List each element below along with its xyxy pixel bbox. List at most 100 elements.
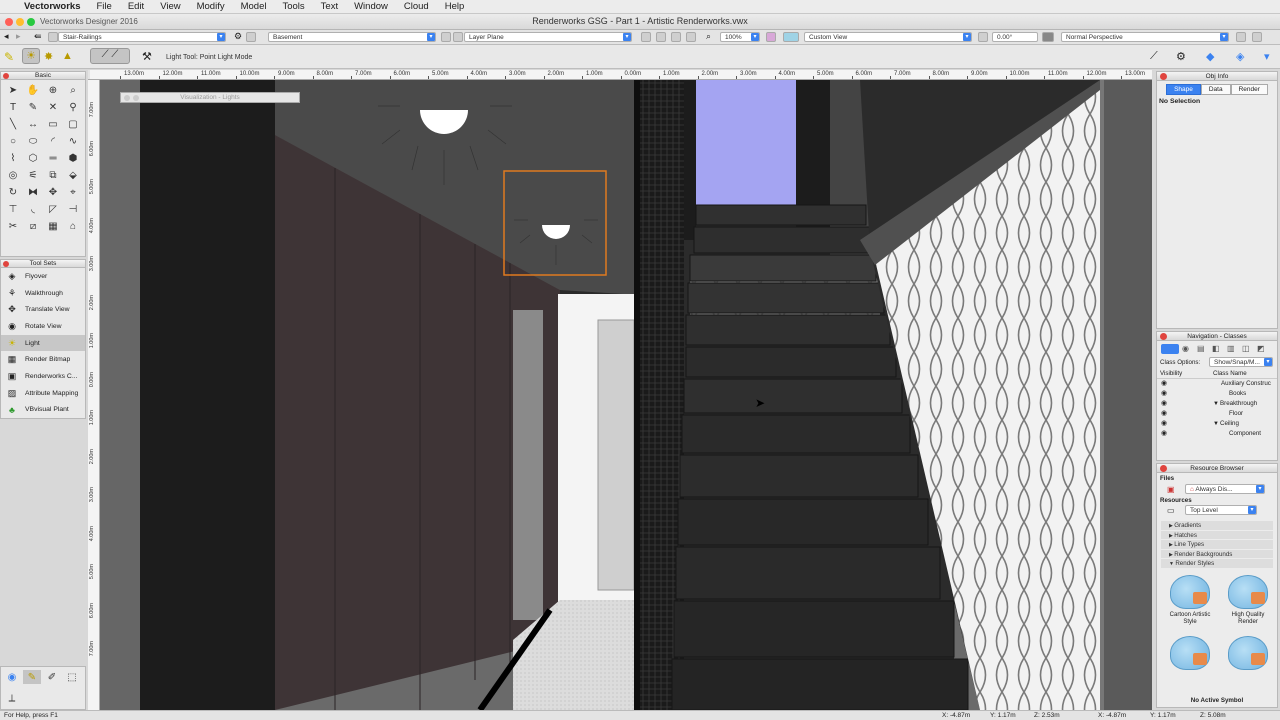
eye-visibility-icon[interactable]: ◉ bbox=[1161, 409, 1167, 419]
light-direction-mode-icon[interactable]: ⟋ ⟋ bbox=[90, 48, 130, 64]
close-palette-icon[interactable] bbox=[124, 95, 130, 101]
zoom-dropdown[interactable]: 100% ▾ bbox=[720, 32, 760, 42]
more-options-icon[interactable]: ▾ bbox=[1264, 50, 1270, 63]
tool-set-renderworks-c[interactable]: ▣ Renderworks C... bbox=[1, 368, 85, 385]
line-icon[interactable]: ╲ bbox=[3, 116, 23, 133]
palette-tool-1-icon[interactable]: ◉ bbox=[3, 670, 21, 684]
disclosure-triangle-icon[interactable]: ▼ bbox=[1213, 419, 1219, 429]
tool-set-rotate-view[interactable]: ◉ Rotate View bbox=[1, 318, 85, 335]
menu-help[interactable]: Help bbox=[437, 1, 473, 12]
directional-light-mode-icon[interactable]: ☀ bbox=[22, 48, 40, 64]
layer-options-right-icon[interactable] bbox=[1252, 32, 1262, 42]
tool-set-attribute-mapping[interactable]: ▨ Attribute Mapping bbox=[1, 385, 85, 402]
back-arrow-icon[interactable]: ◂ bbox=[4, 31, 9, 42]
locus-icon[interactable]: ✕ bbox=[43, 99, 63, 116]
close-palette-icon[interactable] bbox=[1160, 465, 1167, 472]
menu-tools[interactable]: Tools bbox=[274, 1, 312, 12]
working-plane-icon[interactable] bbox=[453, 32, 463, 42]
fit-to-objects-icon[interactable] bbox=[686, 32, 696, 42]
tab-data[interactable]: Data bbox=[1200, 84, 1231, 95]
drawing-viewport[interactable]: ➤ Visualization - Lights bbox=[100, 80, 1152, 710]
symbols-tab-icon[interactable]: ◫ bbox=[1242, 344, 1254, 354]
reshape-icon[interactable]: ⌖ bbox=[63, 184, 83, 201]
eye-visibility-icon[interactable]: ◉ bbox=[1161, 389, 1167, 399]
class-options-dropdown[interactable]: Show/Snap/M... ▾ bbox=[1209, 357, 1273, 367]
tool-set-vbvisual-plant[interactable]: ♣ VBvisual Plant bbox=[1, 402, 85, 419]
circle-icon[interactable]: ○ bbox=[3, 133, 23, 150]
flyover-view-icon[interactable] bbox=[671, 32, 681, 42]
zoom-marquee-icon[interactable]: ⊕ bbox=[43, 82, 63, 99]
class-row[interactable]: ◉ ▼ Breakthrough bbox=[1157, 399, 1277, 409]
tool-set-light[interactable]: ☀ Light bbox=[1, 334, 85, 352]
plane-dropdown[interactable]: Layer Plane ▾ bbox=[464, 32, 632, 42]
render-style-item[interactable]: High Quality Render bbox=[1221, 574, 1275, 626]
settings-gear-icon[interactable]: ⚙ bbox=[1176, 50, 1186, 63]
tool-set-flyover[interactable]: ◈ Flyover bbox=[1, 268, 85, 285]
layers-tab-icon[interactable]: ◉ bbox=[1182, 344, 1194, 354]
point-light-mode-icon[interactable]: ✎ bbox=[4, 50, 14, 64]
eye-visibility-icon[interactable]: ◉ bbox=[1161, 429, 1167, 439]
class-dropdown[interactable]: Stair-Railings ▾ bbox=[58, 32, 226, 42]
arc-icon[interactable]: ◜ bbox=[43, 133, 63, 150]
app-menu[interactable]: Vectorworks bbox=[20, 1, 89, 12]
tool-set-walkthrough[interactable]: ⚘ Walkthrough bbox=[1, 285, 85, 302]
arrow-icon[interactable]: ➤ bbox=[3, 82, 23, 99]
zoom-icon[interactable]: ⌕ bbox=[63, 82, 83, 99]
menu-edit[interactable]: Edit bbox=[120, 1, 152, 12]
layer-icon[interactable]: ⚙ bbox=[234, 31, 242, 42]
eye-visibility-icon[interactable]: ◉ bbox=[1161, 419, 1167, 429]
light-preferences-icon[interactable]: ⚒ bbox=[142, 50, 152, 63]
stack-layers-icon[interactable] bbox=[1236, 32, 1246, 42]
layer-dropdown[interactable]: Basement ▾ bbox=[268, 32, 436, 42]
angle-field[interactable]: 0.00° bbox=[992, 32, 1038, 42]
layer-plane-icon[interactable] bbox=[441, 32, 451, 42]
class-name-column-header[interactable]: Class Name bbox=[1213, 370, 1247, 377]
zoom-icon[interactable]: ⌕ bbox=[706, 31, 711, 42]
clip-icon[interactable]: ⧄ bbox=[23, 218, 43, 235]
offset-icon[interactable]: ⧉ bbox=[43, 167, 63, 184]
rounded-rect-icon[interactable]: ▢ bbox=[63, 116, 83, 133]
resource-category[interactable]: ▼ Render Styles bbox=[1161, 559, 1273, 569]
hand-icon[interactable]: ✋ bbox=[23, 82, 43, 99]
vertical-ruler[interactable]: 7.00m 6.00m 5.00m 4.00m 3.00m 2.00m 1.00m 0.00m… bbox=[88, 80, 100, 710]
move-icon[interactable]: ✥ bbox=[43, 184, 63, 201]
references-tab-icon[interactable]: ▥ bbox=[1227, 344, 1239, 354]
menu-view[interactable]: View bbox=[152, 1, 188, 12]
tab-render[interactable]: Render bbox=[1230, 84, 1268, 95]
level-dropdown[interactable]: Top Level ▾ bbox=[1185, 505, 1257, 515]
tool-set-translate-view[interactable]: ✥ Translate View bbox=[1, 301, 85, 318]
angle-icon[interactable] bbox=[978, 32, 988, 42]
symbol-icon[interactable]: ⬙ bbox=[63, 167, 83, 184]
visibility-icon[interactable]: ◈ bbox=[1236, 50, 1244, 63]
palette-tool-3-icon[interactable]: ✐ bbox=[43, 670, 61, 684]
sheet-icon[interactable] bbox=[656, 32, 666, 42]
layer-options-icon[interactable] bbox=[246, 32, 256, 42]
eye-visibility-icon[interactable]: ◉ bbox=[1161, 379, 1167, 389]
palette-tool-5-icon[interactable]: ⟂ bbox=[5, 691, 19, 705]
polygon-icon[interactable]: ⬡ bbox=[23, 150, 43, 167]
projection-icon[interactable] bbox=[1042, 32, 1054, 42]
mirror-icon[interactable]: ⧓ bbox=[23, 184, 43, 201]
fillet-icon[interactable]: ◟ bbox=[23, 201, 43, 218]
attribute-icon[interactable]: ⚟ bbox=[23, 167, 43, 184]
menu-cloud[interactable]: Cloud bbox=[396, 1, 437, 12]
disclosure-triangle-icon[interactable]: ▼ bbox=[1213, 399, 1219, 409]
collapse-palette-icon[interactable] bbox=[133, 95, 139, 101]
wall-icon[interactable]: ▦ bbox=[43, 218, 63, 235]
forward-arrow-icon[interactable]: ▸ bbox=[16, 31, 21, 42]
view-history-icon[interactable]: ⇚ bbox=[34, 31, 42, 42]
chamfer-icon[interactable]: ◸ bbox=[43, 201, 63, 218]
snap-icon[interactable]: ⟋ bbox=[1150, 50, 1158, 63]
tool-set-render-bitmap[interactable]: ▦ Render Bitmap bbox=[1, 351, 85, 368]
file-dropdown[interactable]: ⌂ Always Dis... ▾ bbox=[1185, 484, 1265, 494]
close-palette-icon[interactable] bbox=[3, 261, 9, 267]
split-icon[interactable]: ✂ bbox=[3, 218, 23, 235]
resource-category[interactable]: ▶ Gradients bbox=[1161, 521, 1273, 531]
polyline-icon[interactable]: ⌇ bbox=[3, 150, 23, 167]
trim-icon[interactable]: ⊤ bbox=[3, 201, 23, 218]
area-light-mode-icon[interactable]: ▲ bbox=[62, 50, 73, 62]
menu-model[interactable]: Model bbox=[233, 1, 275, 12]
palette-tool-4-icon[interactable]: ⬚ bbox=[63, 670, 81, 684]
tab-shape[interactable]: Shape bbox=[1166, 84, 1201, 95]
seat-icon[interactable]: ⌂ bbox=[63, 218, 83, 235]
